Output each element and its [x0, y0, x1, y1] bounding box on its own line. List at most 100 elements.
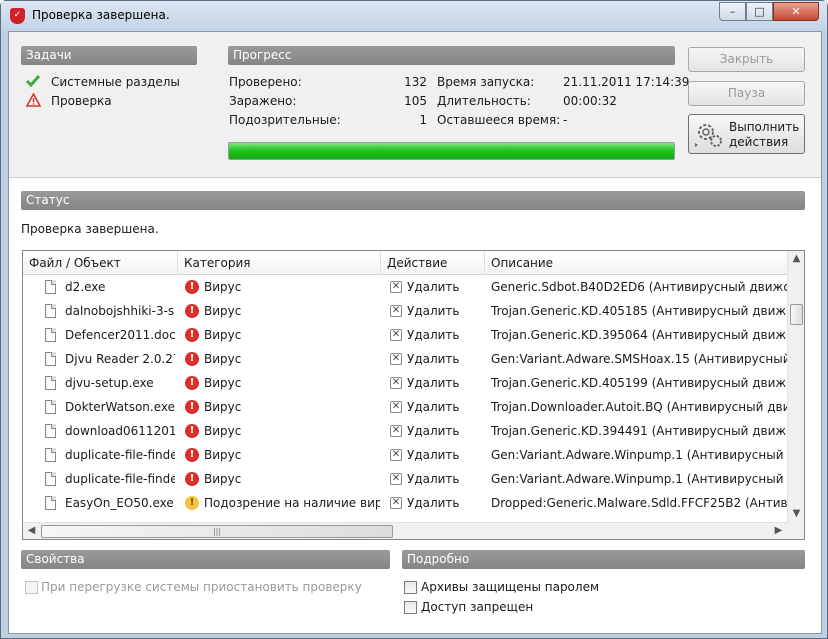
table-row[interactable]: duplicate-file-finde...! Вирус ✕ Удалить Gen…: [23, 443, 787, 467]
category-label: Вирус: [204, 376, 242, 390]
column-action[interactable]: Действие: [381, 251, 485, 275]
table-row[interactable]: d2.exe! Вирус ✕ Удалить Generic.Sdbot.B40D2E…: [23, 275, 787, 299]
infected-value: 105: [404, 94, 427, 108]
results-table[interactable]: Файл / Объект Категория Действие Описани…: [22, 250, 805, 540]
description-cell: Trojan.Downloader.Autoit.BQ (Антивирусны…: [491, 400, 787, 414]
close-button[interactable]: Закрыть: [688, 47, 805, 72]
action-cell[interactable]: ✕ Удалить: [385, 491, 483, 515]
description-cell: Dropped:Generic.Malware.Sdld.FFCF25B2 (А…: [491, 496, 787, 510]
table-row[interactable]: EasyOn_EO50.exe! Подозрение на наличие ви…: [23, 491, 787, 515]
action-label: Удалить: [407, 496, 460, 510]
archives-protected-label: Архивы защищены паролем: [421, 580, 600, 594]
table-row[interactable]: duplicate-file-finde...! Вирус ✕ Удалить Gen…: [23, 467, 787, 491]
description-cell: Trojan.Generic.KD.405199 (Антивирусный д…: [491, 376, 787, 390]
execute-actions-button[interactable]: Выполнить действия: [688, 114, 805, 154]
column-description[interactable]: Описание: [485, 251, 787, 275]
description-cell: Gen:Variant.Adware.Winpump.1 (Антивирусн…: [491, 448, 787, 462]
table-row[interactable]: DokterWatson.exe ! Вирус ✕ Удалить Trojan.Dow…: [23, 395, 787, 419]
delete-icon: ✕: [390, 449, 402, 461]
file-icon: [45, 496, 56, 510]
delete-icon: ✕: [390, 401, 402, 413]
maximize-button[interactable]: □: [746, 2, 773, 21]
file-icon: [45, 328, 56, 342]
scan-summary-panel: Задачи Системные разделы Проверка Прогре…: [9, 32, 821, 178]
pause-on-reboot-label: При перегрузке системы приостановить про…: [41, 580, 362, 594]
file-name: EasyOn_EO50.exe: [65, 496, 174, 510]
action-label: Удалить: [407, 424, 460, 438]
virus-icon: !: [185, 448, 199, 462]
table-row[interactable]: dalnobojshhiki-3-s...! Вирус ✕ Удалить Troja…: [23, 299, 787, 323]
action-cell[interactable]: ✕ Удалить: [385, 347, 483, 371]
action-cell[interactable]: ✕ Удалить: [385, 395, 483, 419]
category-label: Вирус: [204, 448, 242, 462]
horizontal-scroll-thumb[interactable]: |||: [41, 525, 393, 538]
task-scan: Проверка: [51, 94, 112, 108]
main-window: ✓ Проверка завершена. – □ ✕ Задачи Систе…: [0, 0, 828, 639]
tasks-header: Задачи: [21, 46, 197, 65]
file-icon: [45, 376, 56, 390]
action-label: Удалить: [407, 328, 460, 342]
window-title: Проверка завершена.: [32, 8, 170, 22]
table-row[interactable]: download06112011...! Вирус ✕ Удалить Trojan.…: [23, 419, 787, 443]
file-icon: [45, 448, 56, 462]
access-denied-checkbox[interactable]: [404, 601, 417, 614]
delete-icon: ✕: [390, 305, 402, 317]
start-time-value: 21.11.2011 17:14:39: [563, 75, 690, 89]
category-cell: ! Вирус: [180, 347, 380, 371]
delete-icon: ✕: [390, 473, 402, 485]
duration-value: 00:00:32: [563, 94, 617, 108]
close-window-button[interactable]: ✕: [773, 2, 819, 21]
vertical-scroll-thumb[interactable]: [790, 304, 803, 325]
table-header: Файл / Объект Категория Действие Описани…: [23, 251, 787, 275]
minimize-button[interactable]: –: [719, 2, 746, 21]
scroll-up-icon[interactable]: ▲: [788, 251, 804, 268]
description-cell: Trojan.Generic.KD.394491 (Антивирусный д…: [491, 424, 787, 438]
pause-button[interactable]: Пауза: [688, 81, 805, 106]
action-cell[interactable]: ✕ Удалить: [385, 275, 483, 299]
virus-icon: !: [185, 304, 199, 318]
action-cell[interactable]: ✕ Удалить: [385, 371, 483, 395]
category-label: Вирус: [204, 280, 242, 294]
vertical-scrollbar[interactable]: ▲ ▼: [787, 251, 804, 523]
column-category[interactable]: Категория: [178, 251, 381, 275]
category-cell: ! Вирус: [180, 323, 380, 347]
virus-icon: !: [185, 424, 199, 438]
action-cell[interactable]: ✕ Удалить: [385, 467, 483, 491]
file-name: DokterWatson.exe: [65, 400, 175, 414]
category-cell: ! Вирус: [180, 443, 380, 467]
file-icon: [45, 304, 56, 318]
virus-icon: !: [185, 280, 199, 294]
file-icon: [45, 400, 56, 414]
status-header: Статус: [21, 191, 805, 210]
pause-on-reboot-checkbox[interactable]: [25, 581, 38, 594]
horizontal-scrollbar[interactable]: ◀ ||| ▶: [23, 522, 787, 539]
file-name: djvu-setup.exe: [65, 376, 154, 390]
progress-header: Прогресс: [228, 46, 675, 65]
scroll-right-icon[interactable]: ▶: [770, 523, 787, 539]
action-cell[interactable]: ✕ Удалить: [385, 299, 483, 323]
action-cell[interactable]: ✕ Удалить: [385, 443, 483, 467]
table-row[interactable]: djvu-setup.exe ! Вирус ✕ Удалить Trojan.Gener…: [23, 371, 787, 395]
table-row[interactable]: Djvu Reader 2.0.27 r...! Вирус ✕ Удалить Gen…: [23, 347, 787, 371]
column-file[interactable]: Файл / Объект: [23, 251, 178, 275]
scroll-down-icon[interactable]: ▼: [788, 506, 804, 523]
category-cell: ! Вирус: [180, 371, 380, 395]
delete-icon: ✕: [390, 377, 402, 389]
suspicion-icon: !: [185, 496, 199, 510]
virus-icon: !: [185, 472, 199, 486]
file-name: d2.exe: [65, 280, 106, 294]
category-label: Вирус: [204, 400, 242, 414]
category-cell: ! Вирус: [180, 299, 380, 323]
scroll-left-icon[interactable]: ◀: [23, 523, 40, 539]
category-cell: ! Вирус: [180, 275, 380, 299]
action-cell[interactable]: ✕ Удалить: [385, 323, 483, 347]
scan-progress-bar: [228, 142, 675, 160]
action-cell[interactable]: ✕ Удалить: [385, 419, 483, 443]
table-row[interactable]: Defencer2011.doc! Вирус ✕ Удалить Trojan.Gen…: [23, 323, 787, 347]
virus-icon: !: [185, 328, 199, 342]
infected-label: Заражено:: [229, 94, 297, 108]
action-label: Удалить: [407, 376, 460, 390]
delete-icon: ✕: [390, 329, 402, 341]
archives-protected-checkbox[interactable]: [404, 581, 417, 594]
category-cell: ! Вирус: [180, 395, 380, 419]
